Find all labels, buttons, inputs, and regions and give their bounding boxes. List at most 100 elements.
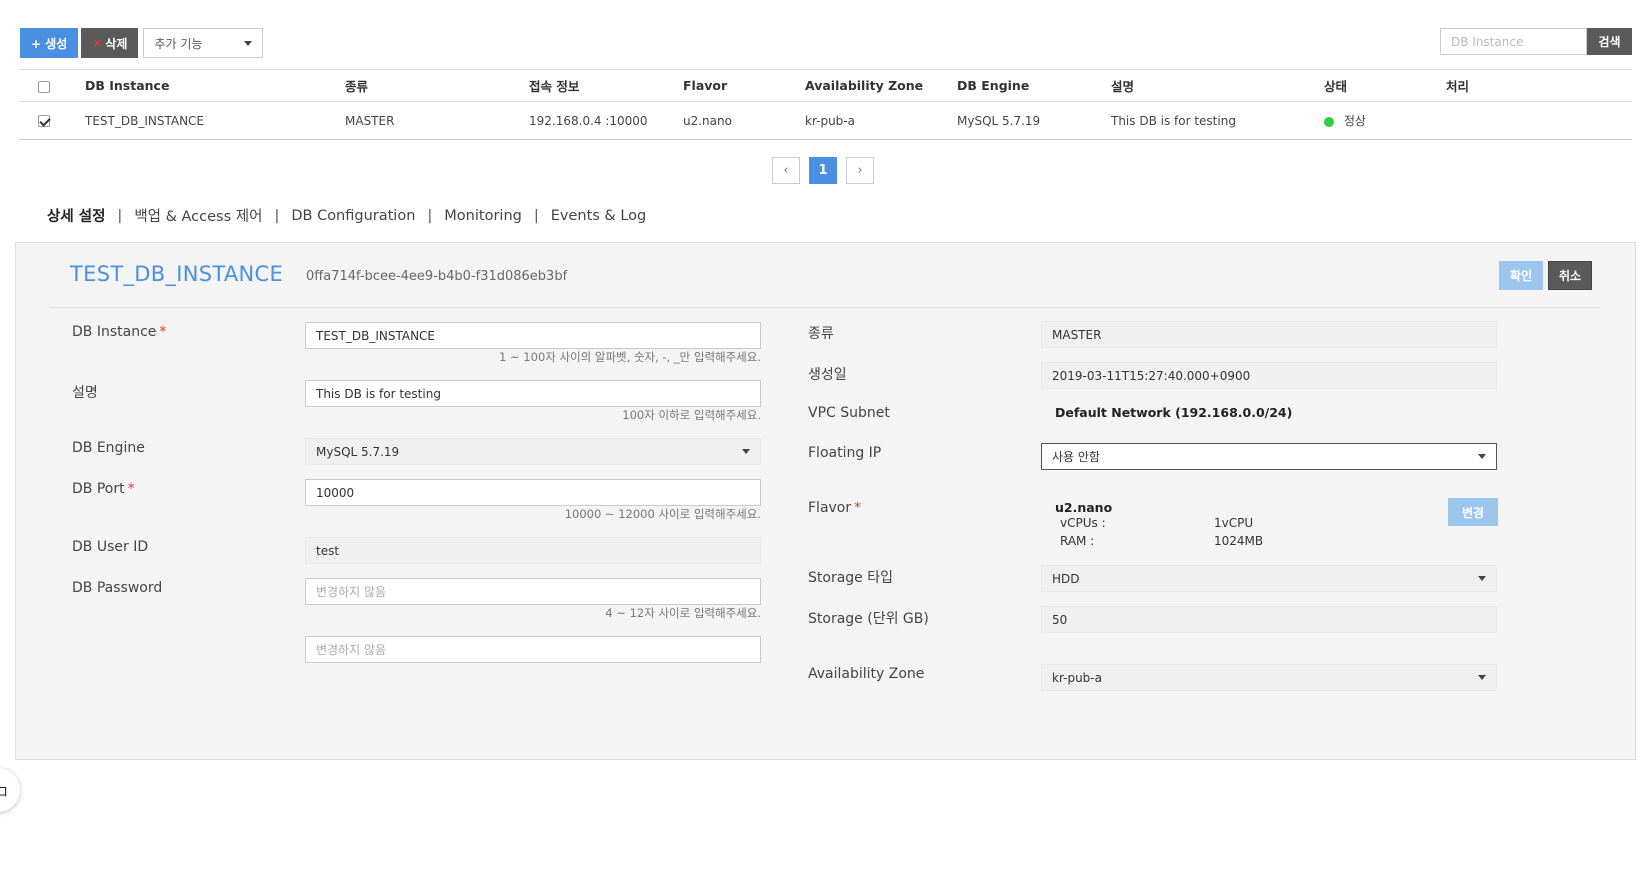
- user-id-label: DB User ID: [72, 539, 149, 555]
- more-actions-label: 추가 기능: [154, 36, 203, 51]
- storage-type-select[interactable]: HDD: [1041, 565, 1497, 592]
- search-bar: 검색: [1440, 28, 1632, 55]
- instance-name-field[interactable]: TEST_DB_INSTANCE: [305, 322, 761, 349]
- subnet-label: VPC Subnet: [808, 405, 890, 421]
- cell-type: MASTER: [345, 101, 529, 140]
- more-actions-select[interactable]: 추가 기능: [143, 28, 264, 58]
- flavor-label: Flavor *: [808, 500, 862, 516]
- cell-action: [1446, 101, 1632, 140]
- created-field: 2019-03-11T15:27:40.000+0900: [1041, 362, 1497, 389]
- chevron-down-icon: [1478, 576, 1486, 581]
- tab-db-configuration[interactable]: DB Configuration: [289, 208, 417, 224]
- storage-type-label: Storage 타입: [808, 570, 893, 586]
- search-button[interactable]: 검색: [1587, 28, 1632, 55]
- required-mark: *: [127, 481, 135, 497]
- next-page-button[interactable]: ›: [846, 157, 874, 184]
- vcpus-value: 1vCPU: [1214, 516, 1254, 530]
- cell-description: This DB is for testing: [1111, 101, 1324, 140]
- password-confirm-field[interactable]: 변경하지 않음: [305, 636, 761, 663]
- column-header[interactable]: 처리: [1446, 69, 1632, 102]
- toolbar: + 생성 ✕ 삭제 추가 기능: [20, 28, 264, 58]
- cell-instance: TEST_DB_INSTANCE: [85, 101, 345, 140]
- subnet-value: Default Network (192.168.0.0/24): [1055, 405, 1293, 420]
- search-input[interactable]: [1440, 28, 1587, 55]
- detail-tabs: 상세 설정 | 백업 & Access 제어 | DB Configuratio…: [45, 205, 648, 226]
- column-header[interactable]: DB Instance: [85, 69, 345, 102]
- delete-button[interactable]: ✕ 삭제: [81, 28, 139, 58]
- user-id-field: test: [305, 537, 761, 564]
- select-all-checkbox[interactable]: [38, 80, 50, 93]
- storage-size-field[interactable]: 50: [1041, 606, 1497, 633]
- description-hint: 100자 이하로 입력해주세요.: [622, 408, 761, 422]
- password-label: DB Password: [72, 580, 163, 596]
- create-button[interactable]: + 생성: [20, 28, 79, 58]
- engine-select[interactable]: MySQL 5.7.19: [305, 438, 761, 465]
- tab-detail-settings[interactable]: 상세 설정: [45, 205, 107, 226]
- tab-backup-access[interactable]: 백업 & Access 제어: [132, 205, 264, 226]
- vcpus-label: vCPUs :: [1060, 516, 1106, 530]
- table-row[interactable]: TEST_DB_INSTANCE MASTER 192.168.0.4 :100…: [19, 101, 1632, 140]
- type-label: 종류: [808, 326, 834, 342]
- column-header[interactable]: Availability Zone: [805, 69, 957, 102]
- column-header[interactable]: 설명: [1111, 69, 1324, 102]
- password-field[interactable]: 변경하지 않음: [305, 578, 761, 605]
- column-header[interactable]: Flavor: [683, 69, 805, 102]
- storage-size-label: Storage (단위 GB): [808, 611, 929, 627]
- cell-status: 정상: [1324, 101, 1446, 140]
- floating-ip-select[interactable]: 사용 안함: [1041, 443, 1497, 470]
- detail-header: TEST_DB_INSTANCE 0ffa714f-bcee-4ee9-b4b0…: [50, 243, 1600, 308]
- required-mark: *: [854, 500, 862, 516]
- floating-action-button[interactable]: ロ: [0, 768, 20, 812]
- page-1-button[interactable]: 1: [809, 157, 837, 184]
- status-ok-icon: [1324, 116, 1334, 127]
- cell-zone: kr-pub-a: [805, 101, 957, 140]
- chevron-down-icon: [244, 40, 253, 46]
- chevron-down-icon: [742, 449, 750, 454]
- chevron-down-icon: [1478, 675, 1486, 680]
- column-header[interactable]: 종류: [345, 69, 529, 102]
- port-hint: 10000 ~ 12000 사이로 입력해주세요.: [564, 507, 761, 521]
- status-text: 정상: [1343, 114, 1366, 128]
- instance-name-hint: 1 ~ 100자 사이의 알파벳, 숫자, -, _만 입력해주세요.: [499, 350, 761, 364]
- description-field[interactable]: This DB is for testing: [305, 380, 761, 407]
- password-hint: 4 ~ 12자 사이로 입력해주세요.: [605, 606, 761, 620]
- column-header[interactable]: 상태: [1324, 69, 1446, 102]
- cancel-button[interactable]: 취소: [1548, 261, 1592, 290]
- prev-page-button[interactable]: ‹: [772, 157, 800, 184]
- tab-separator: |: [117, 207, 123, 224]
- confirm-button[interactable]: 확인: [1499, 261, 1543, 290]
- cell-flavor: u2.nano: [683, 101, 805, 140]
- pagination: ‹ 1 ›: [772, 157, 874, 184]
- description-label: 설명: [72, 385, 98, 401]
- tab-separator: |: [533, 207, 539, 224]
- ram-value: 1024MB: [1214, 534, 1264, 548]
- column-header[interactable]: DB Engine: [957, 69, 1111, 102]
- required-mark: *: [159, 324, 167, 340]
- instance-name-label: DB Instance *: [72, 324, 167, 340]
- tab-monitoring[interactable]: Monitoring: [442, 208, 524, 224]
- tab-events-log[interactable]: Events & Log: [549, 208, 649, 224]
- delete-button-label: 삭제: [105, 36, 128, 51]
- ram-label: RAM :: [1060, 534, 1095, 548]
- delete-x-icon: ✕: [92, 36, 103, 50]
- engine-label: DB Engine: [72, 440, 145, 456]
- tab-separator: |: [427, 207, 433, 224]
- instance-table: DB Instance 종류 접속 정보 Flavor Availability…: [19, 69, 1632, 140]
- port-label: DB Port *: [72, 481, 135, 497]
- column-header[interactable]: 접속 정보: [529, 69, 683, 102]
- port-field[interactable]: 10000: [305, 479, 761, 506]
- cell-engine: MySQL 5.7.19: [957, 101, 1111, 140]
- change-flavor-button[interactable]: 변경: [1448, 498, 1498, 526]
- zone-select[interactable]: kr-pub-a: [1041, 664, 1497, 691]
- chevron-down-icon: [1478, 454, 1486, 459]
- zone-label: Availability Zone: [808, 666, 925, 682]
- instance-title: TEST_DB_INSTANCE: [70, 262, 284, 286]
- table-header-row: DB Instance 종류 접속 정보 Flavor Availability…: [19, 69, 1632, 102]
- created-label: 생성일: [808, 367, 847, 383]
- flavor-name: u2.nano: [1055, 500, 1113, 515]
- row-checkbox[interactable]: [38, 115, 50, 127]
- detail-panel: TEST_DB_INSTANCE 0ffa714f-bcee-4ee9-b4b0…: [15, 242, 1636, 760]
- tab-separator: |: [274, 207, 280, 224]
- instance-id: 0ffa714f-bcee-4ee9-b4b0-f31d086eb3bf: [306, 269, 568, 284]
- floating-ip-label: Floating IP: [808, 445, 882, 461]
